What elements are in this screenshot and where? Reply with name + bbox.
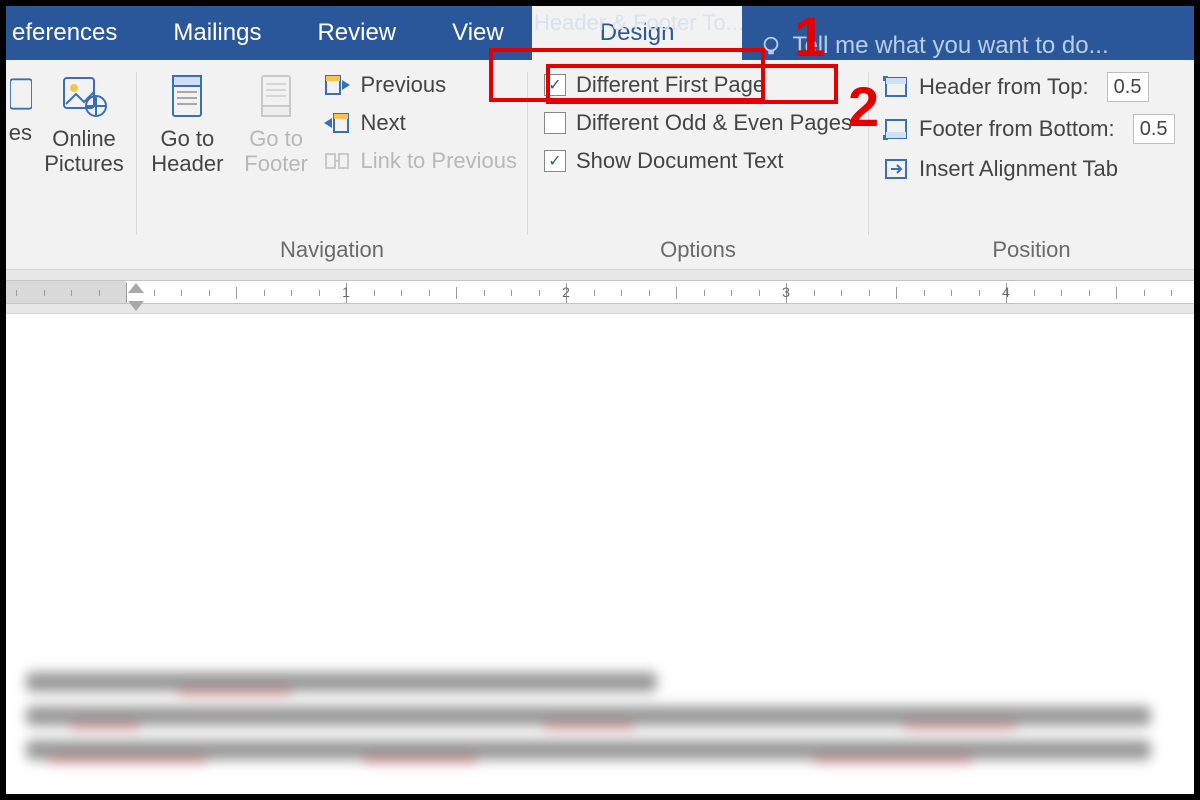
tab-view[interactable]: View [424,6,532,60]
tab-references[interactable]: eferences [6,6,145,60]
horizontal-ruler[interactable]: 12345 [6,270,1194,314]
tab-mailings[interactable]: Mailings [145,6,289,60]
go-to-footer-button: Go to Footer [232,66,321,177]
goto-footer-icon [252,72,300,120]
footer-from-bottom-control[interactable]: Footer from Bottom: 0.5 [883,114,1175,144]
options-group-label: Options [534,233,862,269]
different-odd-even-checkbox[interactable]: Different Odd & Even Pages [544,110,852,136]
checkbox-icon: ✓ [544,74,566,96]
show-document-text-checkbox[interactable]: ✓ Show Document Text [544,148,852,174]
tab-review[interactable]: Review [289,6,424,60]
ribbon: es Online Pictures [6,60,1194,270]
tell-me-placeholder: Tell me what you want to do... [792,32,1108,60]
header-from-top-control[interactable]: Header from Top: 0.5 [883,72,1175,102]
online-pictures-icon [60,72,108,120]
footer-from-bottom-icon [883,118,909,140]
hanging-indent-marker[interactable] [128,301,144,311]
navigation-group-label: Navigation [143,233,521,269]
checkbox-icon [544,112,566,134]
next-icon [324,112,350,134]
pictures-icon [10,72,32,120]
document-area[interactable] [6,314,1194,794]
header-from-top-value[interactable]: 0.5 [1107,72,1149,102]
online-pictures-button[interactable]: Online Pictures [38,66,130,177]
goto-header-icon [163,72,211,120]
checkbox-icon: ✓ [544,150,566,172]
go-to-header-button[interactable]: Go to Header [143,66,232,177]
blurred-document-content [6,658,1194,774]
pictures-button-partial[interactable]: es [6,66,32,269]
app-window: Header & Footer To... eferences Mailings… [5,5,1195,795]
previous-icon [324,74,350,96]
previous-button[interactable]: Previous [324,72,517,98]
position-group-label: Position [875,233,1188,269]
link-to-previous-icon [324,150,350,172]
title-bar: Header & Footer To... eferences Mailings… [6,6,1194,60]
footer-from-bottom-value[interactable]: 0.5 [1133,114,1175,144]
insert-alignment-tab-button[interactable]: Insert Alignment Tab [883,156,1175,182]
contextual-tab-title: Header & Footer To... [534,10,744,36]
tell-me-search[interactable]: Tell me what you want to do... [742,32,1108,60]
first-line-indent-marker[interactable] [128,283,144,293]
different-first-page-checkbox[interactable]: ✓ Different First Page [544,72,852,98]
link-to-previous-button: Link to Previous [324,148,517,174]
lightbulb-icon [760,35,782,57]
header-from-top-icon [883,76,909,98]
next-button[interactable]: Next [324,110,517,136]
insert-alignment-tab-icon [883,158,909,180]
